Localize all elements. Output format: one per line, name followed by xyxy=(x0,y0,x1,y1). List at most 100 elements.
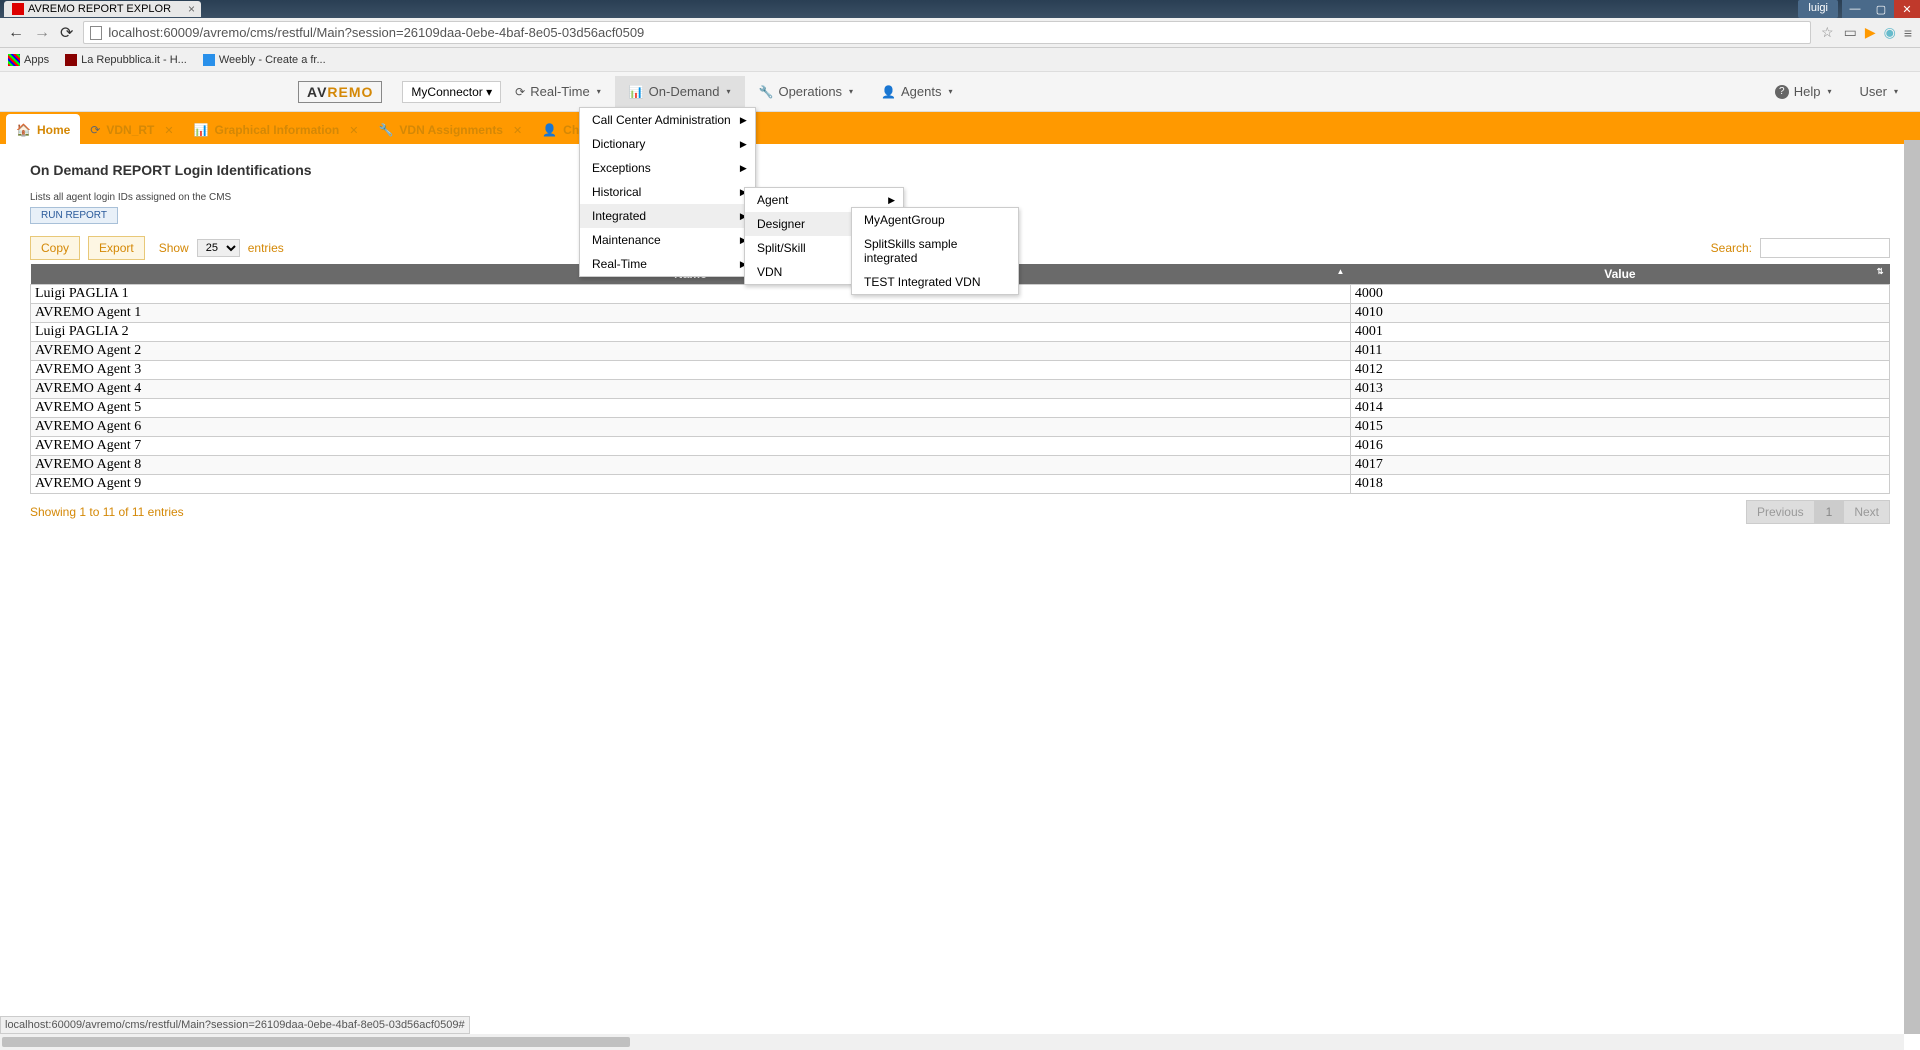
help-icon: ? xyxy=(1775,85,1789,99)
close-icon[interactable]: ✕ xyxy=(513,124,522,137)
cell-name: AVREMO Agent 4 xyxy=(31,380,1351,399)
menu-item-maintenance[interactable]: Maintenance▶ xyxy=(580,228,755,252)
menu-item-myagentgroup[interactable]: MyAgentGroup xyxy=(852,208,1018,232)
window-maximize[interactable]: ▢ xyxy=(1868,0,1894,18)
page-icon xyxy=(90,26,102,40)
table-row[interactable]: AVREMO Agent 44013 xyxy=(31,380,1890,399)
cell-value: 4018 xyxy=(1350,475,1889,494)
menu-item-historical[interactable]: Historical▶ xyxy=(580,180,755,204)
wrench-icon: 🔧 xyxy=(759,85,774,99)
menu-item-exceptions[interactable]: Exceptions▶ xyxy=(580,156,755,180)
window-close[interactable]: ✕ xyxy=(1894,0,1920,18)
browser-toolbar: ← → ⟳ localhost:60009/avremo/cms/restful… xyxy=(0,18,1920,48)
reload-button[interactable]: ⟳ xyxy=(60,23,73,43)
menu-item-test-vdn[interactable]: TEST Integrated VDN xyxy=(852,270,1018,294)
content-tabs: 🏠Home ⟳VDN_RT✕ 📊Graphical Information✕ 🔧… xyxy=(0,112,1920,144)
logo: AVREMO xyxy=(298,81,382,103)
pagination: Previous 1 Next xyxy=(1746,500,1890,524)
browser-tab-title: AVREMO REPORT EXPLOR xyxy=(28,3,171,15)
browser-tab[interactable]: AVREMO REPORT EXPLOR × xyxy=(4,1,201,17)
table-row[interactable]: AVREMO Agent 94018 xyxy=(31,475,1890,494)
table-row[interactable]: AVREMO Agent 14010 xyxy=(31,304,1890,323)
show-label: Show xyxy=(159,241,189,255)
cell-name: AVREMO Agent 7 xyxy=(31,437,1351,456)
cell-value: 4012 xyxy=(1350,361,1889,380)
caret-down-icon: ▾ xyxy=(1828,87,1832,96)
close-icon[interactable]: ✕ xyxy=(349,124,358,137)
menu-item-dictionary[interactable]: Dictionary▶ xyxy=(580,132,755,156)
column-header-value[interactable]: Value⇅ xyxy=(1350,264,1889,285)
favicon-icon xyxy=(12,3,24,15)
menu-icon[interactable]: ≡ xyxy=(1904,25,1912,41)
cell-name: Luigi PAGLIA 2 xyxy=(31,323,1351,342)
os-user-badge: luigi xyxy=(1798,0,1838,18)
search-input[interactable] xyxy=(1760,238,1890,258)
menu-item-splitskills-sample[interactable]: SplitSkills sample integrated xyxy=(852,232,1018,270)
bookmark-weebly[interactable]: Weebly - Create a fr... xyxy=(203,54,326,66)
run-report-button[interactable]: RUN REPORT xyxy=(30,207,118,224)
table-row[interactable]: AVREMO Agent 74016 xyxy=(31,437,1890,456)
extension-icon[interactable]: ◉ xyxy=(1884,24,1896,41)
menu-item-integrated[interactable]: Integrated▶ xyxy=(580,204,755,228)
cell-name: AVREMO Agent 2 xyxy=(31,342,1351,361)
window-minimize[interactable]: — xyxy=(1842,0,1868,18)
nav-realtime[interactable]: ⟳Real-Time▾ xyxy=(501,76,615,107)
forward-button[interactable]: → xyxy=(34,24,50,42)
page-title: On Demand REPORT Login Identifications xyxy=(30,162,1890,178)
url-text: localhost:60009/avremo/cms/restful/Main?… xyxy=(108,25,644,40)
nav-help[interactable]: ?Help▾ xyxy=(1761,76,1846,107)
cell-name: AVREMO Agent 3 xyxy=(31,361,1351,380)
status-bar: localhost:60009/avremo/cms/restful/Main?… xyxy=(0,1016,470,1034)
menu-item-realtime[interactable]: Real-Time▶ xyxy=(580,252,755,276)
cell-value: 4017 xyxy=(1350,456,1889,475)
device-icon[interactable]: ▭ xyxy=(1844,24,1857,41)
nav-agents[interactable]: 👤Agents▾ xyxy=(867,76,966,107)
menu-item-cca[interactable]: Call Center Administration▶ xyxy=(580,108,755,132)
designer-submenu: MyAgentGroup SplitSkills sample integrat… xyxy=(851,207,1019,295)
tab-graphical-info[interactable]: 📊Graphical Information✕ xyxy=(184,117,369,143)
play-icon[interactable]: ▶ xyxy=(1865,24,1876,41)
horizontal-scrollbar[interactable] xyxy=(0,1034,1904,1050)
wrench-icon: 🔧 xyxy=(378,123,393,137)
table-row[interactable]: AVREMO Agent 64015 xyxy=(31,418,1890,437)
table-row[interactable]: Luigi PAGLIA 24001 xyxy=(31,323,1890,342)
sort-asc-icon: ▲ xyxy=(1336,267,1344,276)
table-footer: Showing 1 to 11 of 11 entries Previous 1… xyxy=(30,494,1890,530)
sort-icon: ⇅ xyxy=(1877,267,1884,276)
nav-operations[interactable]: 🔧Operations▾ xyxy=(745,76,868,107)
nav-ondemand[interactable]: 📊On-Demand▾ xyxy=(615,76,745,107)
entries-select[interactable]: 25 xyxy=(197,239,240,257)
nav-user[interactable]: User▾ xyxy=(1846,76,1912,107)
entries-label: entries xyxy=(248,241,284,255)
connector-dropdown[interactable]: MyConnector ▾ xyxy=(402,81,501,103)
tab-home[interactable]: 🏠Home xyxy=(6,114,80,146)
bookmark-repubblica[interactable]: La Repubblica.it - H... xyxy=(65,54,187,66)
vertical-scrollbar[interactable] xyxy=(1904,140,1920,1034)
address-bar[interactable]: localhost:60009/avremo/cms/restful/Main?… xyxy=(83,21,1811,44)
table-row[interactable]: AVREMO Agent 24011 xyxy=(31,342,1890,361)
tab-vdn-assignments[interactable]: 🔧VDN Assignments✕ xyxy=(368,117,532,143)
cell-value: 4010 xyxy=(1350,304,1889,323)
close-icon[interactable]: ✕ xyxy=(164,124,173,137)
table-row[interactable]: AVREMO Agent 84017 xyxy=(31,456,1890,475)
close-icon[interactable]: × xyxy=(188,2,195,16)
bookmark-star-icon[interactable]: ☆ xyxy=(1821,24,1834,41)
refresh-icon: ⟳ xyxy=(515,85,525,99)
cell-value: 4013 xyxy=(1350,380,1889,399)
copy-button[interactable]: Copy xyxy=(30,236,80,260)
caret-down-icon: ▾ xyxy=(597,87,601,96)
next-button[interactable]: Next xyxy=(1843,500,1890,524)
table-row[interactable]: AVREMO Agent 54014 xyxy=(31,399,1890,418)
table-row[interactable]: AVREMO Agent 34012 xyxy=(31,361,1890,380)
user-icon: 👤 xyxy=(881,85,896,99)
previous-button[interactable]: Previous xyxy=(1746,500,1815,524)
bookmarks-bar: Apps La Repubblica.it - H... Weebly - Cr… xyxy=(0,48,1920,72)
tab-vdn-rt[interactable]: ⟳VDN_RT✕ xyxy=(80,117,183,143)
ondemand-menu: Call Center Administration▶ Dictionary▶ … xyxy=(579,107,756,277)
export-button[interactable]: Export xyxy=(88,236,145,260)
cell-value: 4011 xyxy=(1350,342,1889,361)
chevron-right-icon: ▶ xyxy=(740,139,747,150)
back-button[interactable]: ← xyxy=(8,24,24,42)
page-1-button[interactable]: 1 xyxy=(1815,500,1844,524)
bookmark-apps[interactable]: Apps xyxy=(8,54,49,66)
